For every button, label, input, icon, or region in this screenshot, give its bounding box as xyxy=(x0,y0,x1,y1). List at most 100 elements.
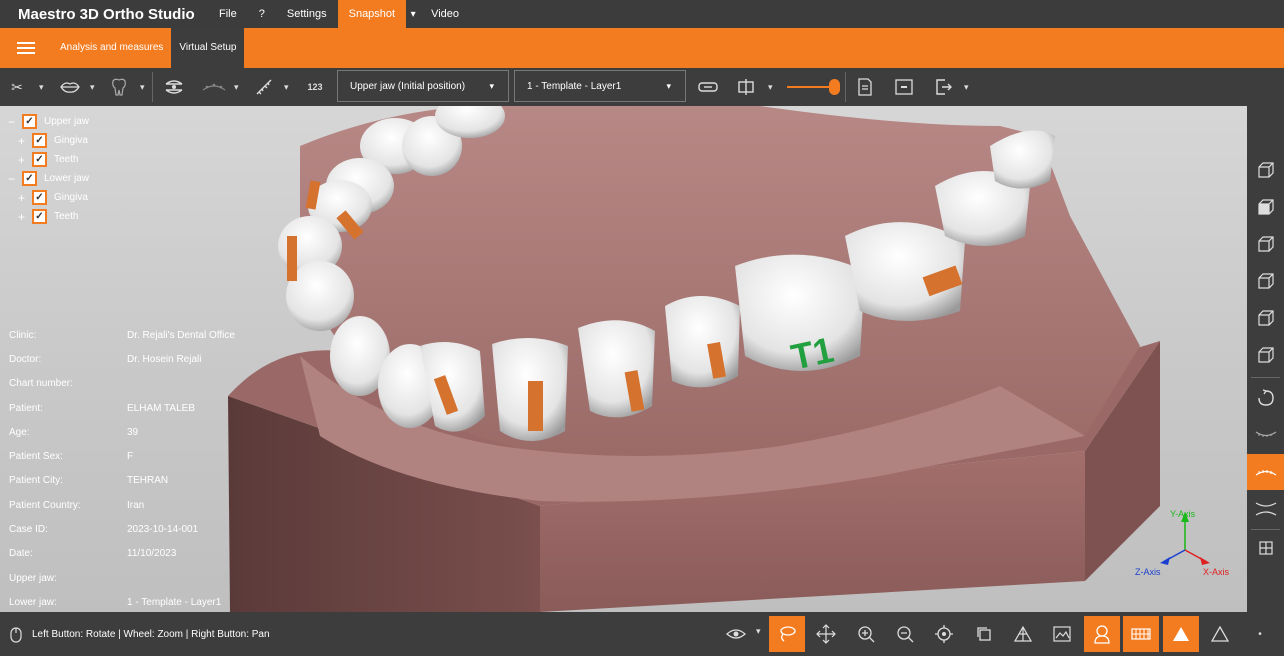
tree-item-lower-teeth: + ✓ Teeth xyxy=(8,207,89,226)
info-label: Age: xyxy=(9,426,30,438)
eye-icon[interactable] xyxy=(718,616,754,652)
menu-snapshot[interactable]: Snapshot xyxy=(337,0,407,28)
lasso-select-icon[interactable] xyxy=(769,616,805,652)
info-row: Clinic: Dr. Rejali's Dental Office xyxy=(9,323,235,347)
info-value: 2023-10-14-001 xyxy=(127,524,199,536)
tree-label: Upper jaw xyxy=(44,116,90,127)
expand-icon[interactable]: + xyxy=(18,210,32,224)
tree-item-upper-jaw: − ✓ Upper jaw xyxy=(8,112,89,131)
info-value: Dr. Hosein Rejali xyxy=(127,353,202,365)
expand-icon[interactable]: + xyxy=(18,153,32,167)
3d-viewport[interactable]: T1 − ✓ Upper jaw + ✓ Gingiva + ✓ Teeth −… xyxy=(0,106,1247,612)
tooth xyxy=(578,320,655,418)
tree-label: Teeth xyxy=(54,211,79,222)
jaw-select[interactable]: Upper jaw (Initial position) ▾ xyxy=(337,70,509,102)
x-axis-arrow xyxy=(1200,557,1210,565)
z-axis-label: Z-Axis xyxy=(1135,567,1161,577)
collapse-icon[interactable]: − xyxy=(8,172,22,186)
chevron-down-icon[interactable]: ▾ xyxy=(756,626,761,637)
chevron-down-icon[interactable]: ▾ xyxy=(768,68,773,106)
status-bar: Left Button: Rotate | Wheel: Zoom | Righ… xyxy=(0,612,1284,656)
checkbox-upper-gingiva[interactable]: ✓ xyxy=(32,133,47,148)
chevron-down-icon[interactable]: ▾ xyxy=(406,9,420,20)
bracket xyxy=(287,236,297,281)
checkbox-lower-gingiva[interactable]: ✓ xyxy=(32,190,47,205)
checkbox-upper-teeth[interactable]: ✓ xyxy=(32,152,47,167)
grid-icon[interactable] xyxy=(1247,530,1284,566)
opacity-slider-handle[interactable] xyxy=(829,79,840,95)
chevron-down-icon[interactable]: ▾ xyxy=(964,68,969,106)
view-bottom-cube-icon[interactable] xyxy=(1247,337,1284,373)
info-row: Patient Sex: F xyxy=(9,444,235,468)
app-title: Maestro 3D Ortho Studio xyxy=(18,5,195,23)
view-left-cube-icon[interactable] xyxy=(1247,226,1284,262)
template-select[interactable]: 1 - Template - Layer1 ▾ xyxy=(514,70,686,102)
collapse-icon[interactable]: − xyxy=(8,115,22,129)
tooth-numbering-button[interactable]: 123 xyxy=(301,68,329,106)
outline-triangle-icon[interactable] xyxy=(1202,616,1238,652)
copy-view-icon[interactable] xyxy=(966,616,1002,652)
checkbox-lower-jaw[interactable]: ✓ xyxy=(22,171,37,186)
chevron-down-icon[interactable]: ▾ xyxy=(234,68,239,106)
info-row: Lower jaw: 1 - Template - Layer1 xyxy=(9,590,235,612)
menu-file[interactable]: File xyxy=(208,0,248,28)
lower-jaw-view-icon[interactable] xyxy=(1247,454,1284,490)
tooth xyxy=(665,296,740,388)
zoom-in-icon[interactable] xyxy=(848,616,884,652)
wireframe-icon[interactable] xyxy=(1005,616,1041,652)
ruler-grid-icon[interactable] xyxy=(1123,616,1159,652)
solid-triangle-icon[interactable] xyxy=(1163,616,1199,652)
segments-icon[interactable] xyxy=(696,68,720,106)
point-display-icon[interactable]: • xyxy=(1242,616,1278,652)
chevron-down-icon[interactable]: ▾ xyxy=(39,68,44,106)
toolbar: ✂ ▾ ▾ ▾ ▾ ▾ 123 Upper jaw (Initial posit… xyxy=(0,68,1284,106)
opacity-slider-track[interactable] xyxy=(787,86,831,88)
tab-virtual-setup[interactable]: Virtual Setup xyxy=(171,28,245,68)
view-front-cube-icon[interactable] xyxy=(1247,189,1284,225)
info-label: Patient Sex: xyxy=(9,451,63,463)
menu-video[interactable]: Video xyxy=(420,0,470,28)
chevron-down-icon[interactable]: ▾ xyxy=(284,68,289,106)
tree-item-upper-teeth: + ✓ Teeth xyxy=(8,150,89,169)
tree-item-upper-gingiva: + ✓ Gingiva xyxy=(8,131,89,150)
pdf-export-icon[interactable] xyxy=(854,68,876,106)
center-target-icon[interactable] xyxy=(926,616,962,652)
move-icon[interactable] xyxy=(808,616,844,652)
menu-settings[interactable]: Settings xyxy=(276,0,338,28)
hamburger-menu-icon[interactable] xyxy=(0,28,52,68)
occlusion-icon[interactable] xyxy=(162,68,186,106)
view-sidebar xyxy=(1247,106,1284,612)
arch-wire-icon[interactable] xyxy=(200,68,228,106)
view-top-cube-icon[interactable] xyxy=(1247,152,1284,188)
tooth-label-t1: T1 xyxy=(788,329,838,378)
export-icon[interactable] xyxy=(932,68,956,106)
chevron-down-icon[interactable]: ▾ xyxy=(140,68,145,106)
chevron-down-icon[interactable]: ▾ xyxy=(90,68,95,106)
screenshot-image-icon[interactable] xyxy=(1044,616,1080,652)
chevron-down-icon: ▾ xyxy=(489,80,494,91)
profile-view-icon[interactable] xyxy=(1084,616,1120,652)
view-back-cube-icon[interactable] xyxy=(1247,300,1284,336)
rotate-view-icon[interactable] xyxy=(1247,380,1284,416)
upper-jaw-view-icon[interactable] xyxy=(1247,417,1284,453)
both-jaws-view-icon[interactable] xyxy=(1247,491,1284,527)
expand-icon[interactable]: + xyxy=(18,134,32,148)
presentation-icon[interactable] xyxy=(892,68,916,106)
scissors-icon[interactable]: ✂ xyxy=(6,68,28,106)
menu-help[interactable]: ? xyxy=(248,0,276,28)
info-label: Doctor: xyxy=(9,353,42,365)
info-value: TEHRAN xyxy=(127,475,169,487)
info-label: Patient: xyxy=(9,402,43,414)
tab-analysis-and-measures[interactable]: Analysis and measures xyxy=(52,28,171,68)
template-select-value: 1 - Template - Layer1 xyxy=(527,80,622,92)
view-right-cube-icon[interactable] xyxy=(1247,263,1284,299)
tooth-icon[interactable] xyxy=(108,68,130,106)
ruler-icon[interactable] xyxy=(252,68,276,106)
zoom-out-icon[interactable] xyxy=(887,616,923,652)
info-label: Upper jaw: xyxy=(9,572,57,584)
checkbox-lower-teeth[interactable]: ✓ xyxy=(32,209,47,224)
lips-icon[interactable] xyxy=(58,68,82,106)
expand-icon[interactable]: + xyxy=(18,191,32,205)
split-view-icon[interactable] xyxy=(734,68,758,106)
checkbox-upper-jaw[interactable]: ✓ xyxy=(22,114,37,129)
